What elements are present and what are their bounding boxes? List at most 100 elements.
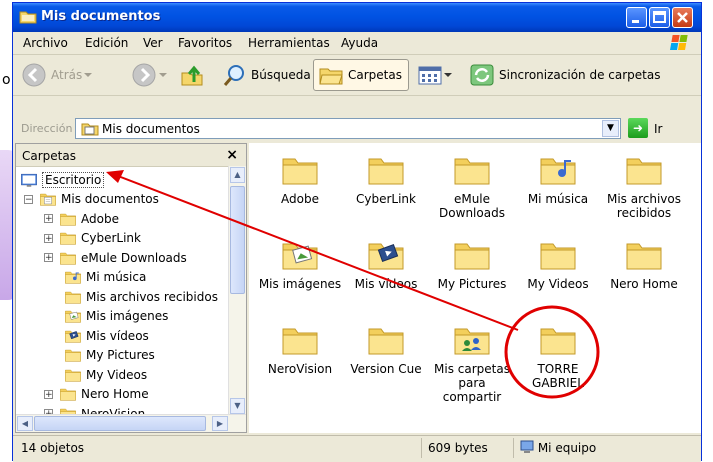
tree-item[interactable]: Mis archivos recibidos [64, 287, 218, 306]
pictures-folder-icon [65, 310, 81, 323]
tree-item[interactable]: + Adobe [44, 209, 119, 228]
tree-item-label: My Videos [86, 367, 148, 382]
file-item-label: My Videos [527, 277, 589, 291]
menu-archivo[interactable]: Archivo [23, 36, 68, 50]
folders-button[interactable]: Carpetas [313, 59, 409, 91]
address-field[interactable]: Mis documentos ▼ [75, 118, 621, 139]
maximize-icon [653, 11, 666, 23]
scroll-up-icon[interactable]: ▲ [230, 167, 245, 183]
close-button[interactable] [672, 7, 693, 28]
tree-item-label: Mi música [86, 270, 147, 284]
music-folder-icon [65, 271, 81, 284]
tree-item-label: eMule Downloads [81, 250, 187, 265]
forward-button[interactable] [131, 59, 169, 91]
folder-icon [368, 158, 404, 185]
file-item[interactable]: My Pictures [429, 238, 515, 291]
horizontal-scrollbar[interactable]: ◀ ▶ [16, 414, 246, 432]
file-item[interactable]: Mi música [515, 153, 601, 206]
expand-icon[interactable]: + [44, 389, 53, 399]
up-folder-icon [181, 65, 203, 86]
file-item[interactable]: My Videos [515, 238, 601, 291]
file-item[interactable]: Mis archivos recibidos [601, 153, 687, 220]
my-documents-icon [40, 193, 56, 206]
file-item[interactable]: Nero Home [601, 238, 687, 291]
file-item-label: Adobe [281, 192, 319, 206]
vertical-scrollbar[interactable]: ▲ ▼ [228, 166, 246, 415]
maximize-button[interactable] [649, 7, 670, 28]
file-item-label: Mis imágenes [258, 277, 342, 291]
status-size: 609 bytes [421, 438, 513, 458]
tree-item[interactable]: Mi música [64, 268, 146, 287]
tree-item[interactable]: + CyberLink [44, 229, 141, 248]
file-item[interactable]: CyberLink [343, 153, 429, 206]
file-item[interactable]: Mis carpetas para compartir [429, 323, 515, 404]
back-button[interactable]: Atrás [21, 59, 94, 91]
file-item-label: NeroVision [267, 362, 333, 376]
forward-arrow-icon [132, 63, 156, 87]
go-arrow-icon[interactable]: ➜ [628, 118, 648, 138]
file-item[interactable]: NeroVision [257, 323, 343, 376]
file-item-label: Version Cue [350, 362, 422, 376]
folder-icon [60, 388, 76, 401]
file-item[interactable]: TORRE GABRIEL [515, 323, 601, 390]
folder-icon [19, 11, 37, 24]
folder-icon [626, 158, 662, 185]
tree-item[interactable]: − Mis documentos [24, 190, 159, 209]
file-item[interactable]: eMule Downloads [429, 153, 515, 220]
folder-icon [368, 328, 404, 355]
standard-toolbar: Atrás Búsqueda Carpetas Sincronización d… [13, 55, 701, 96]
close-pane-button[interactable]: × [226, 147, 238, 163]
minimize-icon [632, 20, 639, 23]
folder-icon [454, 243, 490, 270]
tree-item[interactable]: Mis vídeos [64, 326, 149, 345]
collapse-icon[interactable]: − [24, 194, 33, 204]
up-folder-button[interactable] [179, 59, 205, 91]
folders-pane: Carpetas × Escritorio − Mis documentos + Ado… [15, 143, 247, 433]
search-button[interactable]: Búsqueda [221, 59, 311, 91]
desktop-icon [21, 173, 37, 187]
file-item-label: TORRE GABRIEL [532, 362, 584, 390]
tree-item[interactable]: My Videos [64, 365, 147, 384]
scroll-thumb[interactable] [230, 186, 245, 294]
minimize-button[interactable] [626, 7, 647, 28]
folder-tree: Escritorio − Mis documentos + Adobe + CyberLin… [16, 166, 229, 415]
tree-item-label: Mis vídeos [86, 328, 149, 343]
folders-pane-header: Carpetas × [16, 144, 246, 167]
file-item[interactable]: Mis imágenes [257, 238, 343, 291]
views-button[interactable] [417, 59, 453, 91]
tree-item[interactable]: + eMule Downloads [44, 248, 187, 267]
file-item-label: Mis vídeos [354, 277, 418, 291]
scroll-down-icon[interactable]: ▼ [230, 398, 245, 414]
menu-ayuda[interactable]: Ayuda [341, 36, 378, 50]
tree-item[interactable]: + Nero Home [44, 385, 149, 404]
menu-edicion[interactable]: Edición [85, 36, 128, 50]
file-item[interactable]: Mis vídeos [343, 238, 429, 291]
folders-icon [319, 68, 343, 85]
title-bar[interactable]: Mis documentos [13, 3, 701, 32]
tree-item[interactable]: My Pictures [64, 346, 155, 365]
dropdown-arrow-icon [159, 73, 167, 77]
menu-herramientas[interactable]: Herramientas [248, 36, 330, 50]
scroll-left-icon[interactable]: ◀ [17, 416, 33, 431]
status-object-count: 14 objetos [21, 441, 85, 455]
file-item[interactable]: Adobe [257, 153, 343, 206]
scroll-right-icon[interactable]: ▶ [212, 416, 228, 431]
expand-icon[interactable]: + [44, 253, 53, 263]
explorer-window: Mis documentos Archivo Edición Ver Favor… [12, 2, 702, 462]
tree-item-label: Adobe [81, 211, 119, 226]
close-icon [677, 12, 688, 23]
expand-icon[interactable]: + [44, 233, 53, 243]
menu-ver[interactable]: Ver [143, 36, 163, 50]
tree-item[interactable]: Mis imágenes [64, 307, 168, 326]
horizontal-scroll-thumb[interactable] [34, 416, 206, 431]
expand-icon[interactable]: + [44, 214, 53, 224]
folders-label: Carpetas [348, 68, 402, 82]
menu-favoritos[interactable]: Favoritos [178, 36, 232, 50]
file-item[interactable]: Version Cue [343, 323, 429, 376]
go-label[interactable]: Ir [654, 122, 662, 136]
tree-item[interactable]: Escritorio [20, 170, 105, 189]
address-dropdown-button[interactable]: ▼ [602, 120, 619, 137]
tree-item-label: Escritorio [42, 171, 105, 188]
sync-folders-button[interactable]: Sincronización de carpetas [469, 59, 660, 91]
address-bar: Dirección Mis documentos ▼ ➜ Ir [13, 116, 701, 142]
